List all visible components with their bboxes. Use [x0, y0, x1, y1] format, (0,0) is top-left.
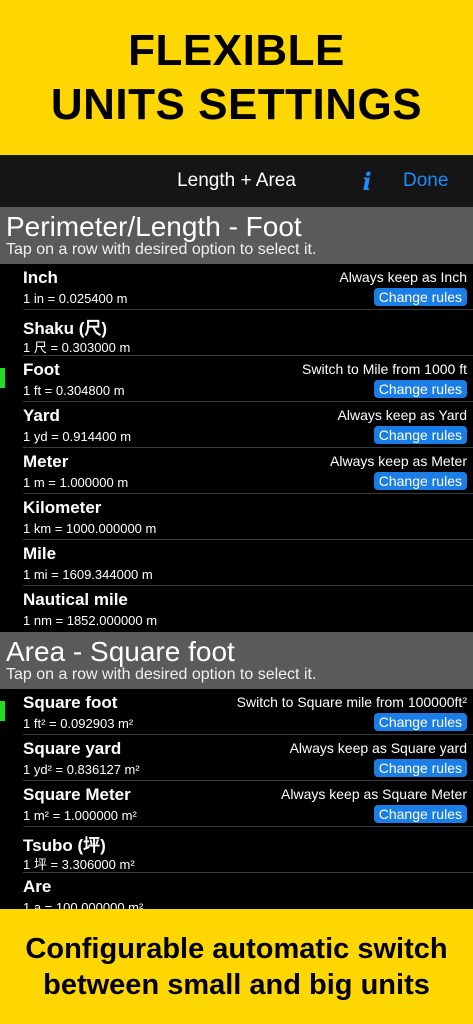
- unit-conversion: 1 m = 1.000000 m: [23, 475, 129, 490]
- section-subtitle: Tap on a row with desired option to sele…: [6, 666, 317, 683]
- change-rules-button[interactable]: Change rules: [373, 288, 467, 306]
- unit-name: Shaku (尺): [23, 319, 108, 338]
- unit-name: Are: [23, 877, 52, 896]
- promo-tagline-line-1: Configurable automatic switch: [25, 932, 448, 965]
- unit-conversion: 1 km = 1000.000000 m: [23, 521, 157, 536]
- unit-conversion: 1 m² = 1.000000 m²: [23, 808, 137, 823]
- unit-row-are[interactable]: Are 1 a = 100.000000 m²: [0, 873, 473, 909]
- unit-conversion: 1 nm = 1852.000000 m: [23, 613, 158, 628]
- promo-banner-top: FLEXIBLE UNITS SETTINGS: [0, 0, 473, 155]
- change-rules-button[interactable]: Change rules: [373, 759, 467, 777]
- unit-row-mile[interactable]: Mile 1 mi = 1609.344000 m: [0, 540, 473, 586]
- app-screen: Length + Area i Done Perimeter/Length - …: [0, 155, 473, 909]
- change-rules-button[interactable]: Change rules: [373, 805, 467, 823]
- unit-row-tsubo[interactable]: Tsubo (坪) 1 坪 = 3.306000 m²: [0, 827, 473, 873]
- unit-conversion: 1 坪 = 3.306000 m²: [23, 857, 135, 872]
- unit-conversion: 1 a = 100.000000 m²: [23, 900, 144, 909]
- unit-rule: Always keep as Inch: [339, 269, 467, 285]
- unit-row-meter[interactable]: Meter 1 m = 1.000000 m Always keep as Me…: [0, 448, 473, 494]
- promo-banner-bottom: Configurable automatic switch between sm…: [0, 909, 473, 1024]
- unit-row-foot[interactable]: Foot 1 ft = 0.304800 m Switch to Mile fr…: [0, 356, 473, 402]
- selected-marker: [0, 701, 5, 721]
- section-header-length: Perimeter/Length - Foot Tap on a row wit…: [0, 207, 473, 264]
- section-header-area: Area - Square foot Tap on a row with des…: [0, 632, 473, 689]
- unit-conversion: 1 yd² = 0.836127 m²: [23, 762, 140, 777]
- unit-name: Square foot: [23, 693, 118, 712]
- promo-headline-line-1: FLEXIBLE: [128, 25, 345, 75]
- unit-name: Nautical mile: [23, 590, 128, 609]
- unit-row-kilometer[interactable]: Kilometer 1 km = 1000.000000 m: [0, 494, 473, 540]
- info-icon[interactable]: i: [359, 167, 375, 196]
- unit-conversion: 1 mi = 1609.344000 m: [23, 567, 153, 582]
- unit-row-square-foot[interactable]: Square foot 1 ft² = 0.092903 m² Switch t…: [0, 689, 473, 735]
- unit-row-nautical-mile[interactable]: Nautical mile 1 nm = 1852.000000 m: [0, 586, 473, 632]
- unit-conversion: 1 ft = 0.304800 m: [23, 383, 125, 398]
- unit-conversion: 1 尺 = 0.303000 m: [23, 340, 131, 355]
- unit-conversion: 1 ft² = 0.092903 m²: [23, 716, 134, 731]
- unit-name: Yard: [23, 406, 60, 425]
- unit-name: Foot: [23, 360, 60, 379]
- promo-tagline-line-2: between small and big units: [43, 968, 430, 1001]
- unit-row-shaku[interactable]: Shaku (尺) 1 尺 = 0.303000 m: [0, 310, 473, 356]
- unit-rule: Switch to Square mile from 100000ft²: [236, 694, 467, 710]
- unit-name: Kilometer: [23, 498, 102, 517]
- unit-row-square-yard[interactable]: Square yard 1 yd² = 0.836127 m² Always k…: [0, 735, 473, 781]
- selected-marker: [0, 368, 5, 388]
- unit-row-yard[interactable]: Yard 1 yd = 0.914400 m Always keep as Ya…: [0, 402, 473, 448]
- unit-name: Square Meter: [23, 785, 131, 804]
- change-rules-button[interactable]: Change rules: [373, 713, 467, 731]
- unit-row-square-meter[interactable]: Square Meter 1 m² = 1.000000 m² Always k…: [0, 781, 473, 827]
- section-subtitle: Tap on a row with desired option to sele…: [6, 241, 317, 258]
- done-button[interactable]: Done: [403, 170, 448, 192]
- section-title: Area - Square foot: [6, 636, 235, 667]
- unit-rule: Always keep as Square yard: [289, 740, 467, 756]
- unit-conversion: 1 yd = 0.914400 m: [23, 429, 132, 444]
- section-title: Perimeter/Length - Foot: [6, 211, 302, 242]
- unit-rule: Always keep as Yard: [337, 407, 467, 423]
- unit-name: Meter: [23, 452, 69, 471]
- change-rules-button[interactable]: Change rules: [373, 426, 467, 444]
- navigation-bar: Length + Area i Done: [0, 155, 473, 207]
- change-rules-button[interactable]: Change rules: [373, 380, 467, 398]
- unit-rule: Switch to Mile from 1000 ft: [302, 361, 467, 377]
- unit-name: Tsubo (坪): [23, 836, 106, 855]
- unit-name: Inch: [23, 268, 58, 287]
- unit-name: Mile: [23, 544, 57, 563]
- unit-name: Square yard: [23, 739, 122, 758]
- unit-row-inch[interactable]: Inch 1 in = 0.025400 m Always keep as In…: [0, 264, 473, 310]
- unit-conversion: 1 in = 0.025400 m: [23, 291, 128, 306]
- promo-headline-line-2: UNITS SETTINGS: [50, 79, 423, 129]
- unit-rule: Always keep as Meter: [330, 453, 467, 469]
- unit-rule: Always keep as Square Meter: [281, 786, 467, 802]
- change-rules-button[interactable]: Change rules: [373, 472, 467, 490]
